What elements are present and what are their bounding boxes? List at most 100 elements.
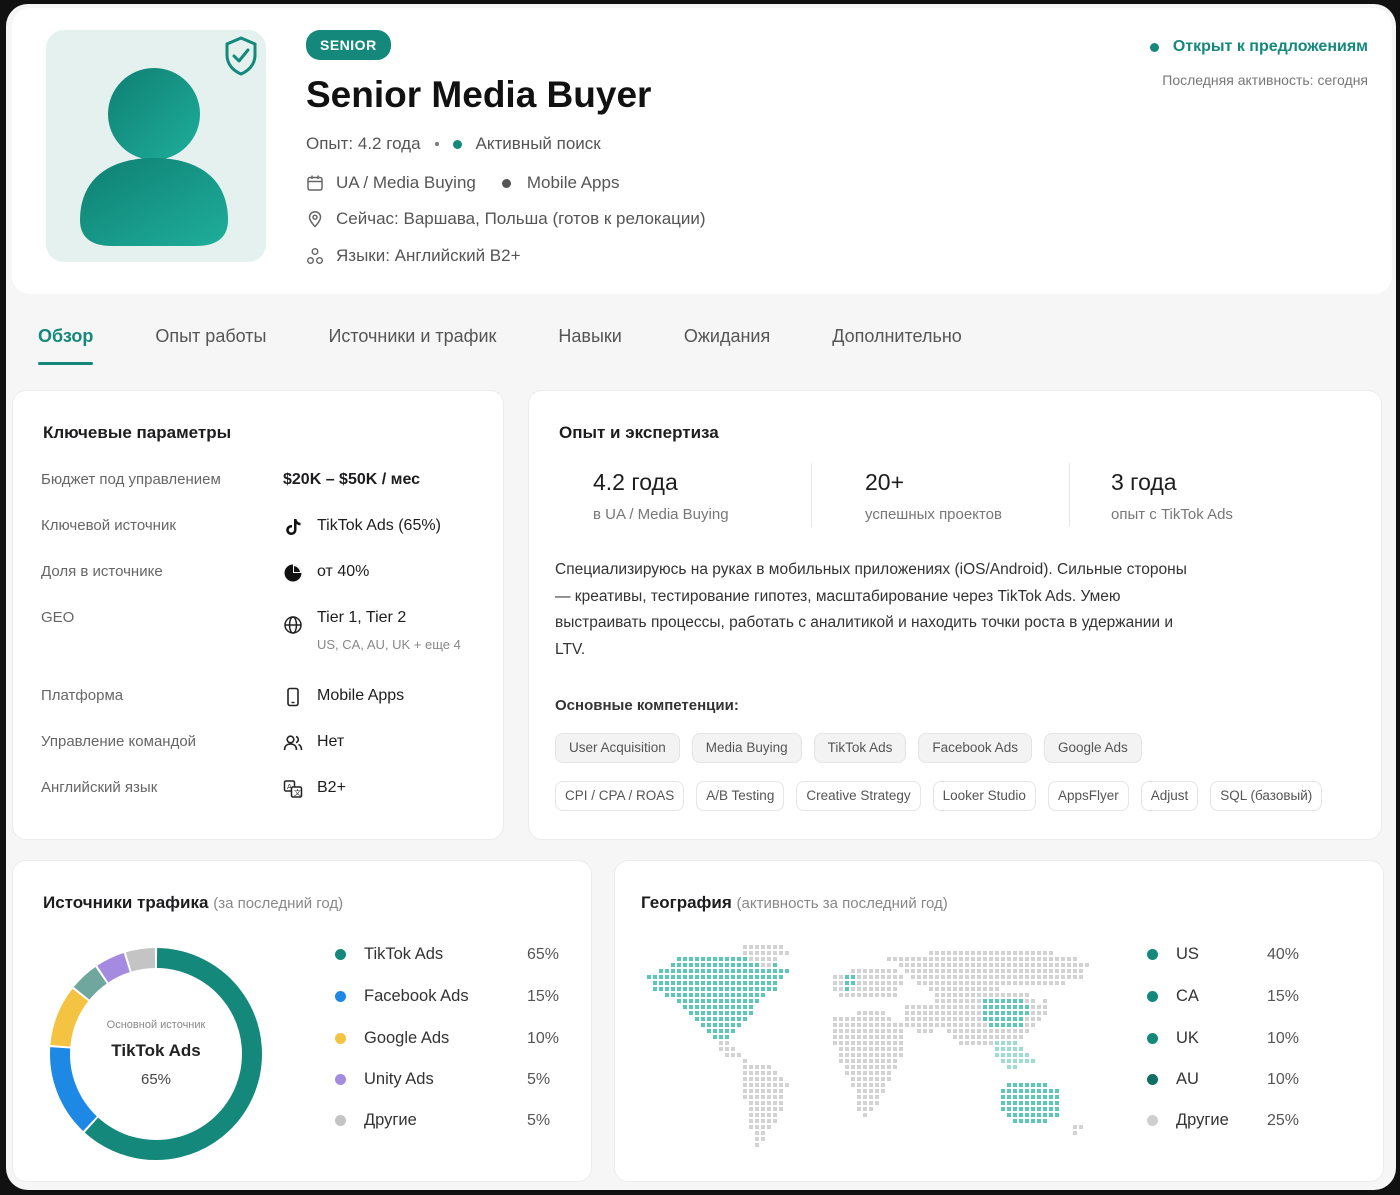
map-dot: [899, 981, 903, 985]
map-dot: [1031, 1059, 1035, 1063]
map-dot: [1019, 993, 1023, 997]
map-dot: [881, 1023, 885, 1027]
map-dot: [869, 975, 873, 979]
map-dot: [833, 1029, 837, 1033]
map-dot: [701, 1011, 705, 1015]
map-dot: [863, 1065, 867, 1069]
map-dot: [875, 987, 879, 991]
legend-dot: [335, 1074, 346, 1085]
map-dot: [1013, 1017, 1017, 1021]
donut-center-label: Основной источник TikTok Ads 65%: [71, 1019, 241, 1088]
tab-expectations[interactable]: Ожидания: [684, 326, 770, 365]
map-dot: [767, 975, 771, 979]
legend-value: 40%: [1267, 946, 1300, 963]
map-dot: [1007, 1029, 1011, 1033]
map-dot: [785, 969, 789, 973]
status-dot: [1149, 42, 1159, 52]
map-dot: [725, 999, 729, 1003]
map-dot: [857, 1041, 861, 1045]
map-dot: [755, 1077, 759, 1081]
legend-item: Другие: [335, 1111, 417, 1130]
map-dot: [737, 969, 741, 973]
map-dot: [845, 1017, 849, 1021]
map-dot: [977, 957, 981, 961]
map-dot: [665, 975, 669, 979]
map-dot: [755, 1071, 759, 1075]
map-dot: [887, 975, 891, 979]
map-dot: [773, 1119, 777, 1123]
param-value: Mobile Apps: [283, 687, 404, 707]
map-dot: [1037, 1089, 1041, 1093]
legend-value: 5%: [527, 1112, 551, 1129]
map-dot: [851, 981, 855, 985]
map-dot: [1007, 1089, 1011, 1093]
map-dot: [713, 969, 717, 973]
map-dot: [995, 981, 999, 985]
competency-chip: AppsFlyer: [1047, 781, 1129, 811]
map-dot: [755, 975, 759, 979]
map-dot: [755, 1107, 759, 1111]
tab-overview[interactable]: Обзор: [38, 326, 94, 365]
map-dot: [743, 1059, 747, 1063]
map-dot: [971, 1011, 975, 1015]
map-dot: [731, 1005, 735, 1009]
map-dot: [707, 969, 711, 973]
map-dot: [725, 1011, 729, 1015]
map-dot: [839, 1053, 843, 1057]
traffic-title-text: Источники трафика: [43, 893, 209, 912]
map-dot: [713, 1011, 717, 1015]
tab-sources-traffic[interactable]: Источники и трафик: [328, 326, 496, 365]
map-dot: [707, 1017, 711, 1021]
map-dot: [869, 1071, 873, 1075]
map-dot: [755, 1143, 759, 1147]
tab-additional[interactable]: Дополнительно: [832, 326, 962, 365]
map-dot: [851, 1023, 855, 1027]
map-dot: [1025, 951, 1029, 955]
map-dot: [767, 1113, 771, 1117]
map-dot: [737, 981, 741, 985]
map-dot: [1031, 951, 1035, 955]
map-dot: [755, 957, 759, 961]
map-dot: [1013, 1029, 1017, 1033]
tab-skills[interactable]: Навыки: [558, 326, 621, 365]
map-dot: [1019, 951, 1023, 955]
map-dot: [881, 981, 885, 985]
map-dot: [719, 957, 723, 961]
map-dot: [1001, 1011, 1005, 1015]
map-dot: [935, 993, 939, 997]
param-value: A 文 B2+: [283, 779, 346, 799]
map-dot: [1007, 1023, 1011, 1027]
map-dot: [887, 1017, 891, 1021]
map-dot: [707, 999, 711, 1003]
stat-tiktok: 3 года опыт с TikTok Ads: [1111, 469, 1233, 523]
map-dot: [761, 1095, 765, 1099]
map-dot: [1001, 951, 1005, 955]
map-dot: [971, 1041, 975, 1045]
map-dot: [857, 969, 861, 973]
map-dot: [683, 987, 687, 991]
map-dot: [1013, 1083, 1017, 1087]
map-dot: [917, 969, 921, 973]
map-dot: [713, 999, 717, 1003]
map-dot: [773, 945, 777, 949]
map-dot: [1013, 1053, 1017, 1057]
param-label: Бюджет под управлением: [41, 471, 221, 488]
map-dot: [845, 981, 849, 985]
map-dot: [851, 1065, 855, 1069]
map-dot: [1001, 975, 1005, 979]
map-dot: [701, 1005, 705, 1009]
map-dot: [977, 951, 981, 955]
map-dot: [995, 1011, 999, 1015]
map-dot: [743, 945, 747, 949]
competency-chip: Looker Studio: [932, 781, 1036, 811]
map-dot: [995, 1023, 999, 1027]
map-dot: [749, 1113, 753, 1117]
map-dot: [911, 1011, 915, 1015]
share-value: от 40%: [317, 563, 370, 580]
map-dot: [857, 1071, 861, 1075]
map-dot: [1025, 1089, 1029, 1093]
map-dot: [1073, 963, 1077, 967]
map-dot: [1019, 1053, 1023, 1057]
map-dot: [665, 981, 669, 985]
tab-work-experience[interactable]: Опыт работы: [155, 326, 266, 365]
